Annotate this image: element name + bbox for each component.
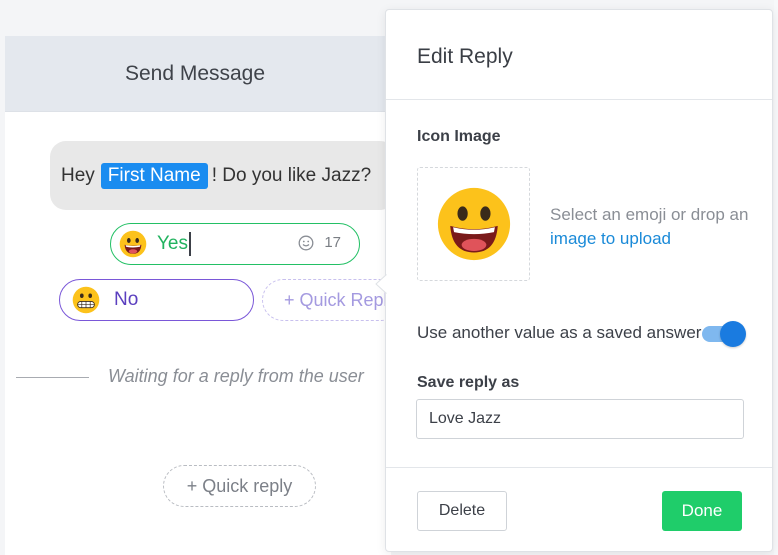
text-cursor — [189, 232, 191, 256]
icon-image-dropzone[interactable] — [417, 167, 530, 281]
icon-image-label: Icon Image — [417, 128, 501, 145]
quick-reply-yes[interactable]: Yes 17 — [110, 223, 360, 265]
emoji-counter[interactable]: 17 — [298, 234, 341, 251]
reply-yes-label[interactable]: Yes — [157, 233, 188, 255]
message-bubble[interactable]: Hey First Name ! Do you like Jazz? — [50, 141, 396, 210]
grimacing-face-icon — [72, 286, 100, 314]
saved-answer-toggle-label: Use another value as a saved answer — [417, 323, 702, 342]
delete-button[interactable]: Delete — [417, 491, 507, 531]
save-reply-label: Save reply as — [417, 374, 520, 391]
toggle-knob[interactable] — [720, 321, 746, 347]
message-text-before: Hey — [61, 164, 95, 186]
grinning-face-icon — [119, 230, 147, 258]
footer-divider — [386, 467, 772, 468]
bottom-quick-reply-button[interactable]: + Quick reply — [163, 465, 316, 507]
smiley-outline-icon[interactable] — [298, 235, 314, 251]
reply-no-label[interactable]: No — [114, 289, 138, 311]
card-header: Send Message — [5, 36, 391, 112]
edit-reply-panel: Edit Reply Icon Image Select an emoji or… — [385, 9, 773, 552]
card-title: Send Message — [124, 61, 266, 85]
message-text-after: ! Do you like Jazz? — [211, 164, 372, 186]
upload-hint-text: Select an emoji or drop an — [550, 205, 749, 224]
quick-reply-no[interactable]: No — [59, 279, 254, 321]
panel-title: Edit Reply — [417, 45, 513, 68]
upload-image-link[interactable]: image to upload — [550, 229, 671, 248]
waiting-status-text: Waiting for a reply from the user — [108, 366, 364, 386]
char-count: 17 — [324, 234, 341, 251]
grinning-face-icon[interactable] — [436, 186, 512, 262]
divider-line — [16, 377, 89, 378]
saved-answer-toggle[interactable] — [700, 321, 746, 347]
done-button[interactable]: Done — [662, 491, 742, 531]
background-edge — [774, 0, 778, 555]
first-name-tag[interactable]: First Name — [100, 162, 208, 189]
header-divider — [386, 99, 772, 100]
panel-pointer-arrow — [375, 274, 387, 294]
upload-hint: Select an emoji or drop an image to uplo… — [550, 203, 750, 251]
save-reply-input[interactable] — [416, 399, 744, 439]
